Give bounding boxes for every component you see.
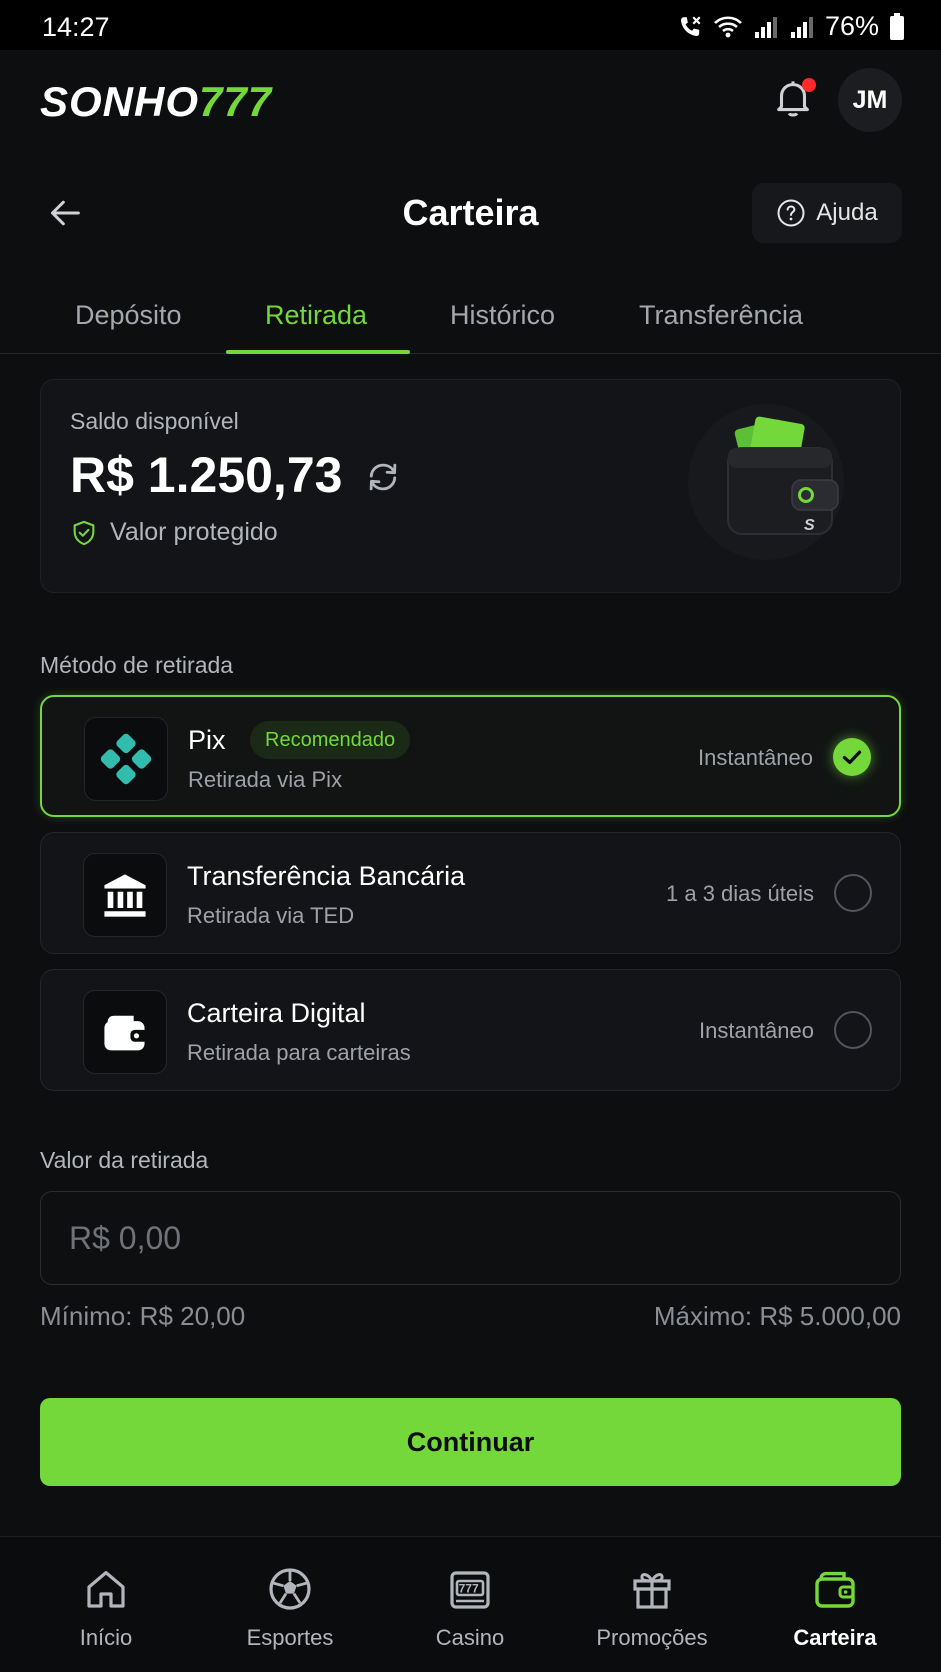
slot-machine-icon: 777	[450, 1571, 490, 1609]
maximum-limit: Máximo: R$ 5.000,00	[653, 1301, 901, 1331]
balance-card: Saldo disponível R$ 1.250,73 Valor prote…	[40, 379, 901, 593]
active-tab-indicator	[226, 350, 410, 354]
status-icons: 76%	[677, 11, 905, 42]
wallet-icon	[104, 1015, 148, 1051]
refresh-icon[interactable]	[364, 458, 402, 496]
soccer-ball-icon	[269, 1568, 311, 1610]
method-wallet-title: Carteira Digital	[187, 998, 366, 1028]
nav-casino-label: Casino	[435, 1625, 505, 1650]
nav-esportes[interactable]: Esportes	[200, 1537, 380, 1672]
svg-text:S: S	[804, 517, 815, 534]
question-circle-icon	[777, 199, 805, 227]
bottom-nav: Início Esportes 777 Casino Promoções Car…	[0, 1536, 941, 1672]
app-logo[interactable]: SONHO777	[40, 78, 272, 126]
method-wallet-radio[interactable]	[834, 1011, 872, 1049]
nav-promocoes-label: Promoções	[596, 1625, 708, 1650]
protected-label: Valor protegido	[110, 518, 278, 546]
method-pix[interactable]: Pix Recomendado Retirada via Pix Instant…	[40, 695, 901, 817]
method-bank-title: Transferência Bancária	[187, 861, 466, 891]
status-time: 14:27	[42, 12, 110, 42]
method-pix-radio[interactable]	[833, 738, 871, 776]
amount-label: Valor da retirada	[40, 1147, 209, 1173]
wallet-tabs: Depósito Retirada Histórico Transferênci…	[0, 290, 941, 354]
nav-carteira[interactable]: Carteira	[745, 1537, 925, 1672]
status-bar: 14:27 76%	[0, 0, 941, 50]
method-pix-title: Pix	[188, 725, 226, 755]
method-pix-time: Instantâneo	[698, 745, 813, 770]
method-wallet-time: Instantâneo	[699, 1018, 814, 1043]
tab-retirada[interactable]: Retirada	[265, 300, 367, 331]
method-wallet-subtitle: Retirada para carteiras	[187, 1040, 411, 1065]
logo-text-primary: SONHO	[40, 78, 200, 125]
call-icon	[680, 15, 701, 36]
balance-value: R$ 1.250,73	[70, 447, 343, 503]
pix-icon	[100, 733, 152, 785]
notification-dot	[802, 78, 816, 92]
bank-icon	[104, 874, 146, 917]
method-section-label: Método de retirada	[40, 652, 234, 678]
method-pix-subtitle: Retirada via Pix	[188, 767, 343, 792]
shield-check-icon	[73, 520, 95, 545]
wifi-icon	[714, 15, 742, 37]
bank-icon-box	[83, 853, 167, 937]
amount-input[interactable]	[40, 1191, 901, 1285]
method-bank-transfer[interactable]: Transferência Bancária Retirada via TED …	[40, 832, 901, 954]
continue-button[interactable]: Continuar	[40, 1398, 901, 1486]
nav-inicio-label: Início	[79, 1625, 133, 1650]
help-label: Ajuda	[816, 199, 878, 226]
minimum-limit: Mínimo: R$ 20,00	[40, 1301, 246, 1331]
digital-wallet-icon-box	[83, 990, 167, 1074]
tab-historico[interactable]: Histórico	[450, 300, 555, 331]
nav-inicio[interactable]: Início	[16, 1537, 196, 1672]
protected-indicator: Valor protegido	[70, 518, 278, 547]
gift-icon	[633, 1573, 671, 1609]
method-bank-subtitle: Retirada via TED	[187, 903, 355, 928]
svg-text:777: 777	[459, 1582, 479, 1596]
nav-promocoes[interactable]: Promoções	[562, 1537, 742, 1672]
help-button[interactable]: Ajuda	[752, 183, 902, 243]
logo-text-accent: 777	[199, 78, 273, 125]
wallet-illustration-icon: S	[688, 404, 844, 560]
wallet-icon	[815, 1571, 855, 1608]
tab-transferencia[interactable]: Transferência	[639, 300, 803, 331]
pix-icon-box	[84, 717, 168, 801]
check-icon	[842, 750, 862, 765]
balance-label: Saldo disponível	[70, 408, 239, 434]
signal-icon-2	[790, 16, 813, 38]
method-digital-wallet[interactable]: Carteira Digital Retirada para carteiras…	[40, 969, 901, 1091]
home-icon	[87, 1571, 125, 1608]
nav-esportes-label: Esportes	[246, 1625, 334, 1650]
tab-deposito[interactable]: Depósito	[75, 300, 182, 331]
method-bank-radio[interactable]	[834, 874, 872, 912]
recommended-badge: Recomendado	[250, 721, 411, 759]
user-avatar[interactable]: JM	[838, 68, 902, 132]
nav-carteira-label: Carteira	[793, 1625, 877, 1650]
nav-casino[interactable]: 777 Casino	[380, 1537, 560, 1672]
battery-icon	[890, 12, 904, 40]
signal-icon	[754, 16, 777, 38]
battery-level: 76%	[824, 11, 879, 41]
method-bank-time: 1 a 3 dias úteis	[666, 881, 814, 906]
